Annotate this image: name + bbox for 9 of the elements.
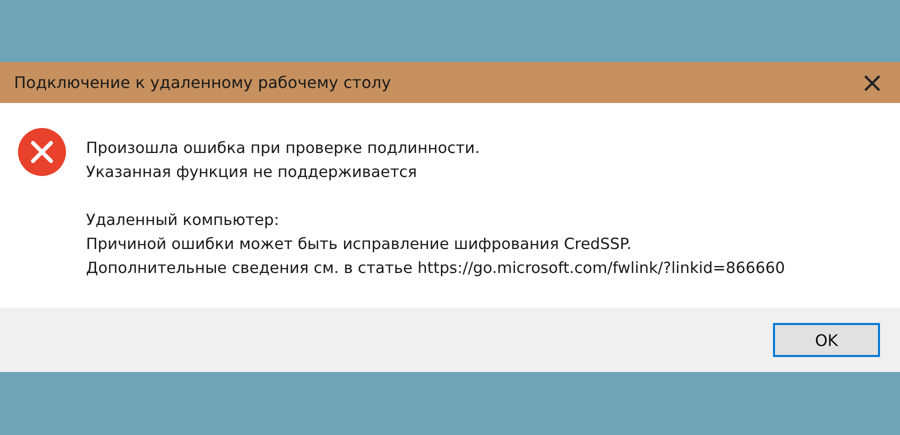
close-button[interactable]: × — [858, 68, 886, 96]
error-message: Произошла ошибка при проверке подлинности. — [86, 138, 481, 159]
error-detail: Причиной ошибки может быть исправление шифрования CredSSP. — [86, 234, 633, 255]
error-detail: Дополнительные сведения см. в статье https://go.microsoft.com/fwlink/?linkid=866660 — [86, 258, 785, 279]
error-detail: Удаленный компьютер: — [86, 210, 280, 231]
error-message: Указанная функция не поддерживается — [86, 162, 418, 183]
window-title: Подключение к удаленному рабочему столу — [14, 73, 391, 92]
ok-button[interactable]: OK — [773, 323, 880, 357]
error-icon — [18, 128, 66, 176]
